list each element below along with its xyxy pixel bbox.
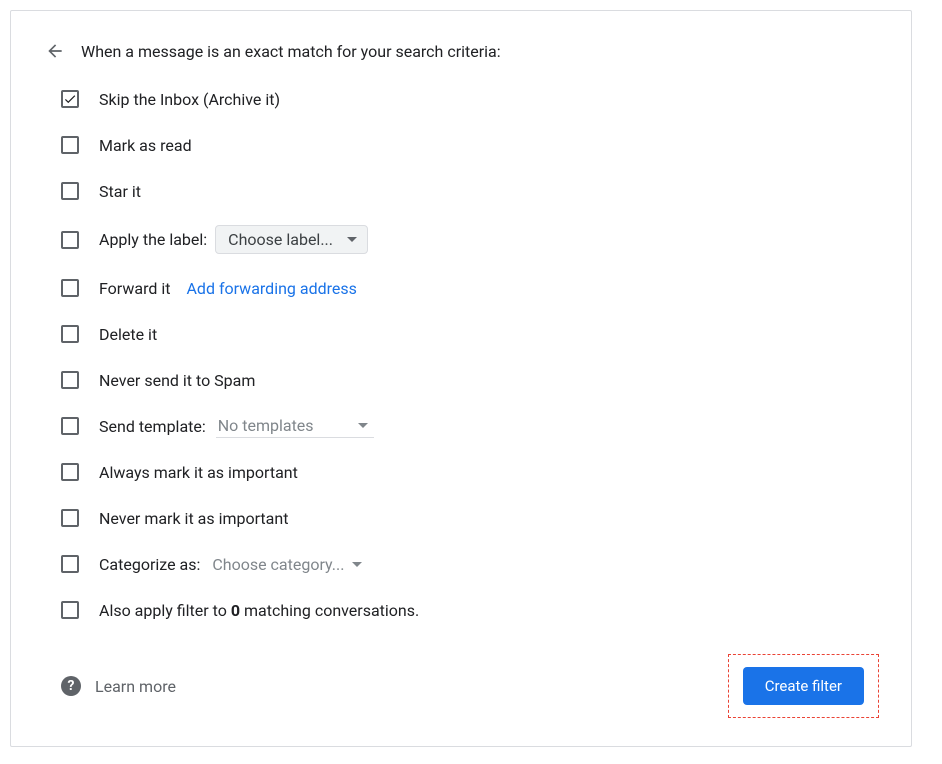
choose-label-text: Choose label... xyxy=(228,230,333,249)
label-send-template: Send template: xyxy=(99,417,206,436)
checkbox-never-important[interactable] xyxy=(61,509,79,527)
label-categorize-as: Categorize as: xyxy=(99,555,200,574)
label-always-important: Always mark it as important xyxy=(99,463,298,482)
checkbox-star-it[interactable] xyxy=(61,182,79,200)
option-also-apply: Also apply filter to 0 matching conversa… xyxy=(43,598,879,622)
chevron-down-icon xyxy=(347,237,357,242)
label-never-spam: Never send it to Spam xyxy=(99,371,255,390)
option-delete-it: Delete it xyxy=(43,322,879,346)
dialog-footer: ? Learn more Create filter xyxy=(43,654,879,718)
category-dropdown[interactable]: Choose category... xyxy=(210,553,368,576)
chevron-down-icon xyxy=(352,562,362,567)
checkbox-categorize-as[interactable] xyxy=(61,555,79,573)
create-filter-button[interactable]: Create filter xyxy=(743,667,864,705)
checkbox-apply-label[interactable] xyxy=(61,231,79,249)
option-apply-label: Apply the label: Choose label... xyxy=(43,225,879,254)
send-template-wrap: Send template: No templates xyxy=(99,414,374,438)
checkbox-skip-inbox[interactable] xyxy=(61,90,79,108)
footer-left: ? Learn more xyxy=(61,676,176,696)
also-apply-suffix: matching conversations. xyxy=(240,601,419,620)
learn-more-link[interactable]: Learn more xyxy=(95,677,176,696)
chevron-down-icon xyxy=(358,423,368,428)
option-star-it: Star it xyxy=(43,179,879,203)
back-arrow-icon[interactable] xyxy=(43,39,67,63)
option-mark-read: Mark as read xyxy=(43,133,879,157)
option-forward-it: Forward it Add forwarding address xyxy=(43,276,879,300)
checkbox-never-spam[interactable] xyxy=(61,371,79,389)
option-send-template: Send template: No templates xyxy=(43,414,879,438)
label-delete-it: Delete it xyxy=(99,325,157,344)
label-never-important: Never mark it as important xyxy=(99,509,288,528)
checkbox-mark-read[interactable] xyxy=(61,136,79,154)
create-filter-highlight: Create filter xyxy=(728,654,879,718)
checkbox-send-template[interactable] xyxy=(61,417,79,435)
apply-label-wrap: Apply the label: Choose label... xyxy=(99,225,368,254)
help-icon[interactable]: ? xyxy=(61,676,81,696)
category-value: Choose category... xyxy=(212,555,344,574)
checkbox-always-important[interactable] xyxy=(61,463,79,481)
option-skip-inbox: Skip the Inbox (Archive it) xyxy=(43,87,879,111)
label-skip-inbox: Skip the Inbox (Archive it) xyxy=(99,90,280,109)
template-value: No templates xyxy=(218,416,314,435)
also-apply-count: 0 xyxy=(231,601,240,620)
checkbox-also-apply[interactable] xyxy=(61,601,79,619)
label-also-apply: Also apply filter to 0 matching conversa… xyxy=(99,601,419,620)
checkbox-forward-it[interactable] xyxy=(61,279,79,297)
label-apply-label: Apply the label: xyxy=(99,230,207,249)
dialog-header: When a message is an exact match for you… xyxy=(43,39,879,63)
filter-actions-dialog: When a message is an exact match for you… xyxy=(10,10,912,747)
template-dropdown[interactable]: No templates xyxy=(216,414,374,438)
categorize-wrap: Categorize as: Choose category... xyxy=(99,553,368,576)
label-star-it: Star it xyxy=(99,182,141,201)
label-mark-read: Mark as read xyxy=(99,136,192,155)
option-categorize-as: Categorize as: Choose category... xyxy=(43,552,879,576)
choose-label-dropdown[interactable]: Choose label... xyxy=(215,225,368,254)
option-never-spam: Never send it to Spam xyxy=(43,368,879,392)
label-forward-it: Forward it xyxy=(99,279,170,298)
option-never-important: Never mark it as important xyxy=(43,506,879,530)
dialog-title: When a message is an exact match for you… xyxy=(81,42,501,61)
option-always-important: Always mark it as important xyxy=(43,460,879,484)
add-forwarding-address-link[interactable]: Add forwarding address xyxy=(186,279,356,298)
also-apply-prefix: Also apply filter to xyxy=(99,601,231,620)
checkbox-delete-it[interactable] xyxy=(61,325,79,343)
